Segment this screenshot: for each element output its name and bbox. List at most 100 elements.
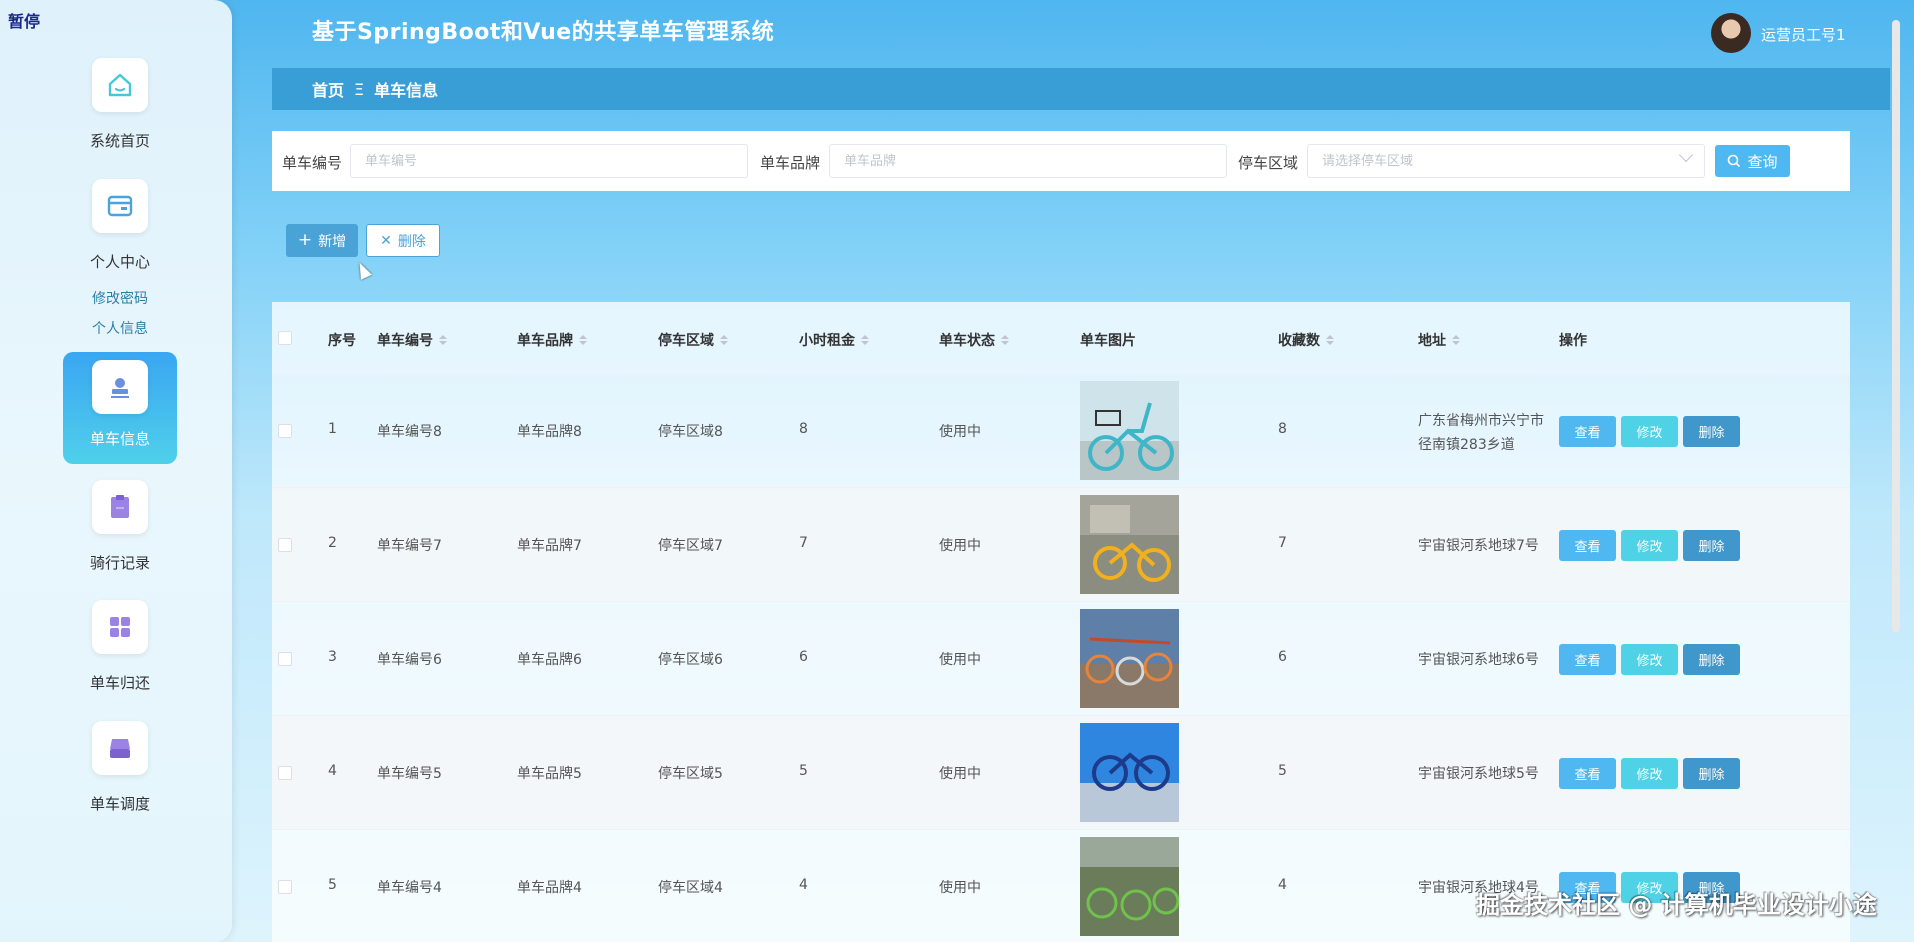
cell-brand: 单车品牌5	[517, 766, 582, 782]
breadcrumb-current: 单车信息	[374, 81, 439, 100]
cell-rent: 5	[799, 763, 808, 779]
bike-no-label: 单车编号	[282, 154, 343, 172]
tray-icon	[92, 721, 148, 775]
header-bike-no[interactable]: 单车编号	[377, 330, 447, 350]
sidebar-item-bike-return[interactable]: 单车归还	[64, 600, 176, 693]
delete-button[interactable]: 删除	[1683, 530, 1740, 561]
header-status[interactable]: 单车状态	[939, 330, 1009, 350]
area-label: 停车区域	[1238, 154, 1299, 172]
submenu-change-password[interactable]: 修改密码	[0, 288, 240, 308]
header-favorites[interactable]: 收藏数	[1278, 330, 1334, 350]
header-rent[interactable]: 小时租金	[799, 330, 869, 350]
avatar[interactable]	[1711, 13, 1751, 53]
edit-button[interactable]: 修改	[1621, 644, 1678, 675]
delete-button-label: 删除	[397, 233, 426, 250]
row-checkbox[interactable]	[278, 880, 292, 894]
delete-selected-button[interactable]: ✕ 删除	[366, 224, 440, 257]
cell-status: 使用中	[939, 424, 981, 440]
cell-rent: 4	[799, 877, 808, 893]
search-icon	[1728, 154, 1741, 168]
cell-area: 停车区域7	[658, 538, 723, 554]
brand-input[interactable]	[829, 144, 1227, 178]
brand-label: 单车品牌	[760, 154, 821, 172]
sidebar-item-label: 个人中心	[89, 253, 150, 271]
view-button[interactable]: 查看	[1559, 758, 1616, 789]
edit-button[interactable]: 修改	[1621, 416, 1678, 447]
cell-favorites: 5	[1278, 763, 1287, 779]
sidebar: 系统首页 个人中心 修改密码 个人信息 单车信息 骑行记录 单车归还 单车调度	[0, 0, 232, 942]
header-area[interactable]: 停车区域	[658, 330, 728, 350]
search-panel: 单车编号 单车品牌 停车区域	[272, 131, 1850, 191]
bike-image[interactable]	[1080, 381, 1179, 480]
select-all-checkbox[interactable]	[278, 331, 292, 345]
sidebar-item-profile[interactable]: 个人中心	[64, 179, 176, 272]
bike-image[interactable]	[1080, 723, 1179, 822]
app-title: 基于SpringBoot和Vue的共享单车管理系统	[312, 20, 775, 45]
cell-brand: 单车品牌6	[517, 652, 582, 668]
cell-address: 宇宙银河系地球6号	[1418, 652, 1539, 668]
header-brand[interactable]: 单车品牌	[517, 330, 587, 350]
sidebar-item-bike-dispatch[interactable]: 单车调度	[64, 721, 176, 814]
table-row: 4 单车编号5 单车品牌5 停车区域5 5 使用中 5 宇宙银河系地球5号 查看…	[272, 716, 1850, 830]
plus-icon: +	[297, 230, 313, 250]
cell-address: 广东省梅州市兴宁市径南镇283乡道	[1418, 413, 1544, 453]
cell-brand: 单车品牌4	[517, 880, 582, 896]
view-button[interactable]: 查看	[1559, 416, 1616, 447]
cell-area: 停车区域5	[658, 766, 723, 782]
cell-status: 使用中	[939, 766, 981, 782]
sidebar-item-home[interactable]: 系统首页	[64, 58, 176, 151]
area-select[interactable]	[1307, 144, 1705, 178]
sort-icon	[861, 335, 869, 345]
sidebar-item-label: 系统首页	[89, 132, 150, 150]
cell-rent: 8	[799, 421, 808, 437]
view-button[interactable]: 查看	[1559, 530, 1616, 561]
cell-favorites: 8	[1278, 421, 1287, 437]
sort-icon	[1326, 335, 1334, 345]
pause-label: 暂停	[8, 12, 41, 31]
sort-icon	[1452, 335, 1460, 345]
add-button[interactable]: + 新增	[286, 224, 358, 257]
header-actions: 操作	[1559, 333, 1587, 349]
delete-button[interactable]: 删除	[1683, 644, 1740, 675]
bike-image[interactable]	[1080, 495, 1179, 594]
breadcrumb-home[interactable]: 首页	[312, 77, 344, 101]
bike-image[interactable]	[1080, 837, 1179, 936]
sidebar-item-bike-info[interactable]: 单车信息	[63, 352, 177, 464]
sidebar-item-ride-records[interactable]: 骑行记录	[64, 480, 176, 573]
mouse-cursor-icon	[354, 260, 372, 280]
delete-button[interactable]: 删除	[1683, 758, 1740, 789]
table-row: 1 单车编号8 单车品牌8 停车区域8 8 使用中 8 广东省梅州市兴宁市径南镇…	[272, 374, 1850, 488]
submenu-personal-info[interactable]: 个人信息	[0, 318, 240, 338]
stamp-icon	[92, 360, 148, 414]
close-icon: ✕	[380, 232, 392, 249]
cell-bike-no: 单车编号8	[377, 424, 442, 440]
table-header: 序号 单车编号 单车品牌 停车区域 小时租金 单车状态 单车图片 收藏数 地址 …	[272, 302, 1850, 374]
row-checkbox[interactable]	[278, 766, 292, 780]
watermark: 掘金技术社区 @ 计算机毕业设计小途	[1476, 891, 1877, 919]
cell-index: 4	[328, 763, 337, 779]
cell-index: 3	[328, 649, 337, 665]
edit-button[interactable]: 修改	[1621, 758, 1678, 789]
bike-no-input[interactable]	[350, 144, 748, 178]
search-button[interactable]: 查询	[1715, 145, 1790, 177]
row-checkbox[interactable]	[278, 652, 292, 666]
header-index: 序号	[328, 333, 356, 349]
row-checkbox[interactable]	[278, 538, 292, 552]
view-button[interactable]: 查看	[1559, 644, 1616, 675]
cell-favorites: 7	[1278, 535, 1287, 551]
delete-button[interactable]: 删除	[1683, 416, 1740, 447]
cell-area: 停车区域4	[658, 880, 723, 896]
cell-index: 1	[328, 421, 337, 437]
sort-icon	[1001, 335, 1009, 345]
bike-image[interactable]	[1080, 609, 1179, 708]
header-address[interactable]: 地址	[1418, 330, 1460, 350]
scrollbar[interactable]	[1892, 20, 1900, 632]
cell-status: 使用中	[939, 880, 981, 896]
bike-table: 序号 单车编号 单车品牌 停车区域 小时租金 单车状态 单车图片 收藏数 地址 …	[272, 302, 1850, 942]
edit-button[interactable]: 修改	[1621, 530, 1678, 561]
breadcrumb-separator: Ξ	[354, 79, 365, 99]
sidebar-item-label: 单车调度	[89, 795, 150, 813]
row-checkbox[interactable]	[278, 424, 292, 438]
cell-status: 使用中	[939, 538, 981, 554]
user-name[interactable]: 运营员工号1	[1761, 24, 1846, 45]
